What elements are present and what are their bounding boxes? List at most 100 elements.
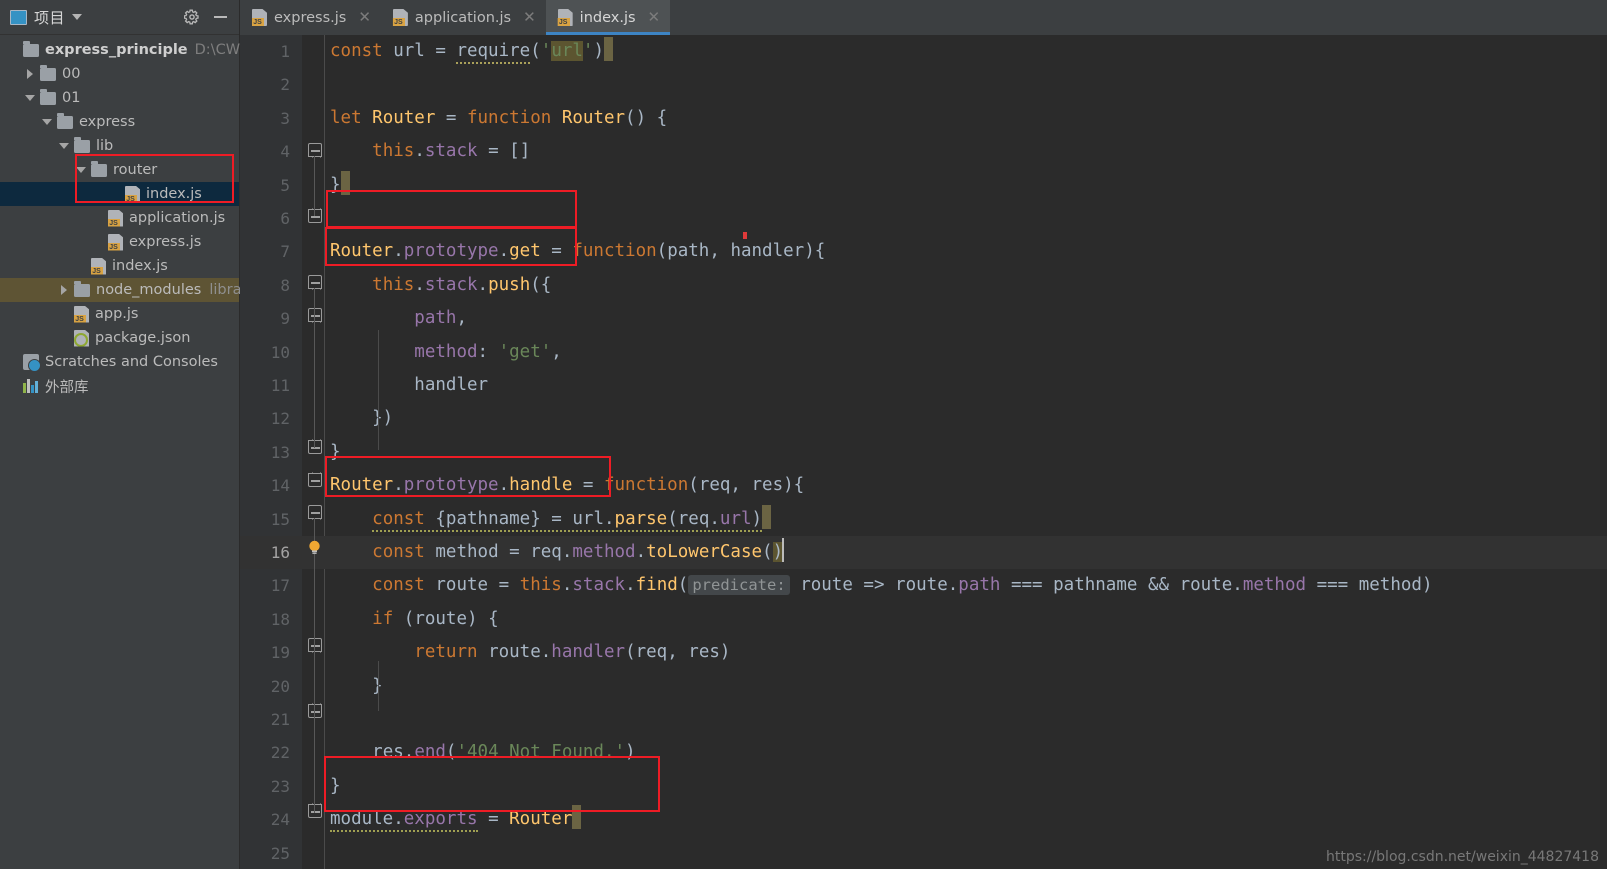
minimize-icon[interactable] [214,16,227,18]
line-number: 8 [280,275,290,295]
code-line-24[interactable]: 24 module.exports = Router [240,803,1607,836]
code-line-3[interactable]: 3 let Router = function Router() { [240,102,1607,135]
code-line-11[interactable]: 11 handler [240,369,1607,402]
tree-item-application-js[interactable]: application.js [0,206,239,230]
line-number: 17 [270,576,290,596]
chevron-down-icon[interactable] [25,92,37,104]
folder-icon [40,88,56,105]
code-line-text: handler [414,375,489,395]
editor-tab-label: application.js [414,9,512,26]
tree-item-label: lib [96,138,114,154]
line-number: 11 [270,376,290,395]
fold-connector-1 [314,156,315,216]
tree-item-label: node_modules [96,282,202,298]
code-line-18[interactable]: 18 if (route) { [240,603,1607,636]
fold-connector-2 [314,288,315,448]
line-number: 23 [270,776,290,796]
editor-tab-label: index.js [579,9,636,26]
fold-marker-line5[interactable] [308,209,322,223]
code-line-1[interactable]: 1 const url = require('url') [240,35,1607,68]
chevron-right-icon[interactable] [59,284,71,296]
tree-item-router[interactable]: router [0,158,239,182]
code-line-17[interactable]: 17 const route = this.stack.find(predica… [240,569,1607,602]
code-line-21[interactable]: 21 [240,703,1607,736]
code-line-5[interactable]: 5} [240,169,1607,202]
code-line-19[interactable]: 19 return route.handler(req, res) [240,636,1607,669]
watermark: https://blog.csdn.net/weixin_44827418 [1325,849,1599,865]
tree-item-express-js[interactable]: express.js [0,230,239,254]
fold-marker-line8[interactable] [308,308,322,322]
close-icon[interactable]: ✕ [648,10,661,25]
js-file-icon [392,9,408,26]
code-line-15[interactable]: 15 const {pathname} = url.parse(req.url) [240,503,1607,536]
code-editor[interactable]: 1 const url = require('url') 2 3 let Router… [240,35,1607,869]
tree-item-express-principle[interactable]: express_principle D:\CWork [0,38,262,62]
fold-marker-line23[interactable] [308,804,322,818]
editor-tab-application-js[interactable]: application.js ✕ [381,0,546,35]
chevron-down-icon[interactable] [76,164,88,176]
fold-marker-line18[interactable] [308,638,322,652]
tree-item-index-js[interactable]: index.js [0,182,239,206]
code-line-8[interactable]: 8 this.stack.push({ [240,269,1607,302]
tree-item-app-js[interactable]: app.js [0,302,239,326]
chevron-down-icon[interactable] [42,116,54,128]
code-line-13[interactable]: 13} [240,436,1607,469]
project-tree[interactable]: express_principle D:\CWork 00 01 express lib r… [0,35,262,398]
close-icon[interactable]: ✕ [358,10,371,25]
tree-item--[interactable]: 外部库 [0,374,239,398]
code-line-text: return route.handler(req, res) [414,642,731,663]
tree-item-lib[interactable]: lib [0,134,239,158]
chevron-down-icon[interactable] [59,140,71,152]
tree-item-index-js[interactable]: index.js [0,254,239,278]
editor-tab-label: express.js [274,9,347,26]
fold-marker-line14[interactable] [308,505,322,519]
code-line-text: } [330,441,341,462]
tree-item-01[interactable]: 01 [0,86,239,110]
line-number: 15 [270,509,290,529]
code-line-2[interactable]: 2 [240,68,1607,101]
code-line-text: const route = this.stack.find(predicate:… [372,575,1433,596]
code-line-14[interactable]: 14 Router.prototype.handle = function(req… [240,469,1607,502]
tree-item-label: package.json [95,330,191,346]
tree-item-package-json[interactable]: package.json [0,326,239,350]
line-number: 25 [270,843,290,863]
code-line-text: this.stack = [] [372,141,531,162]
folder-icon [40,64,56,81]
close-icon[interactable]: ✕ [523,10,536,25]
line-number: 6 [280,209,290,228]
intention-bulb-icon[interactable] [306,539,323,556]
gear-icon[interactable] [184,9,200,25]
code-line-text: const {pathname} = url.parse(req.url) [330,503,1607,536]
code-line-20[interactable]: 20 } [240,670,1607,703]
line-number: 18 [270,609,290,629]
editor-tab-express-js[interactable]: express.js ✕ [240,0,381,35]
tree-item-express[interactable]: express [0,110,239,134]
line-number: 24 [270,810,290,830]
editor-tab-index-js[interactable]: index.js ✕ [545,0,671,35]
line-number: 5 [280,175,290,195]
code-line-text: path, [414,308,467,329]
fold-marker-line12[interactable] [308,440,322,454]
fold-marker-line7[interactable] [308,275,322,289]
chevron-right-icon[interactable] [25,68,37,80]
code-line-22[interactable]: 22 res.end('404 Not Found.') [240,736,1607,769]
code-line-16[interactable]: 16 const method = req.method.toLowerCase… [240,536,1607,570]
chevron-down-icon[interactable] [72,14,83,20]
tree-item-00[interactable]: 00 [0,62,239,86]
code-line-6[interactable]: 6 [240,202,1607,235]
editor-tab-bar[interactable]: express.js ✕ application.js ✕ index.js ✕ [240,0,1607,35]
fold-marker-line3[interactable] [308,143,322,157]
tree-item-scratches-and-consoles[interactable]: Scratches and Consoles [0,350,239,374]
line-number: 2 [280,75,290,95]
tree-item-node-modules[interactable]: node_modules library [0,278,256,302]
code-line-4[interactable]: 4 this.stack = [] [240,135,1607,168]
code-line-10[interactable]: 10 method: 'get', [240,336,1607,369]
fold-marker-line13[interactable] [308,473,322,487]
fold-marker-line20[interactable] [308,704,322,718]
code-line-12[interactable]: 12 }) [240,402,1607,435]
code-line-9[interactable]: 9 path, [240,302,1607,335]
code-line-23[interactable]: 23} [240,770,1607,803]
code-line-7[interactable]: 7 Router.prototype.get = function(path, h… [240,235,1607,268]
